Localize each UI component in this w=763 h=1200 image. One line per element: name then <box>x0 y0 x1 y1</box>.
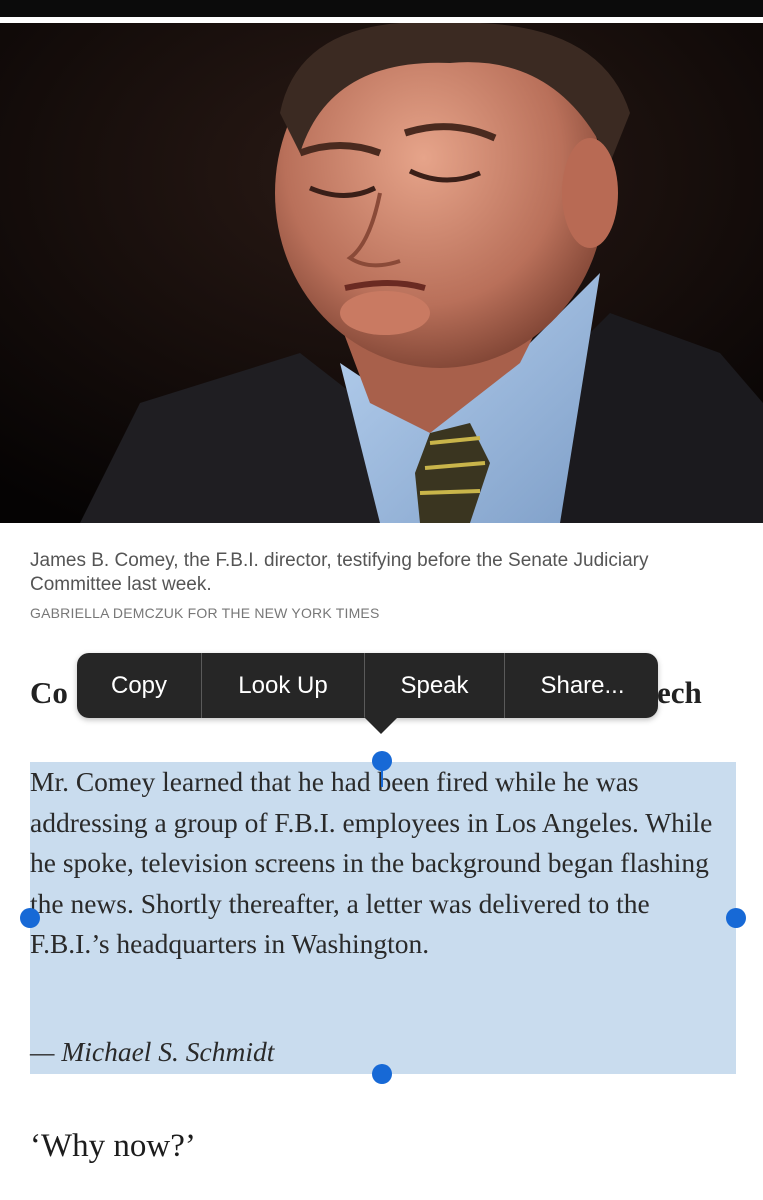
article-photo <box>0 23 763 523</box>
section-heading-left: Co <box>30 675 68 710</box>
share-button[interactable]: Share... <box>505 653 660 718</box>
byline: — Michael S. Schmidt <box>30 1036 275 1067</box>
status-bar <box>0 0 763 17</box>
look-up-button[interactable]: Look Up <box>202 653 365 718</box>
portrait-photo-icon <box>0 23 763 523</box>
menu-pointer-arrow <box>364 717 398 734</box>
section-heading-right: ech <box>657 675 702 710</box>
copy-button[interactable]: Copy <box>77 653 202 718</box>
photo-credit: GABRIELLA DEMCZUK FOR THE NEW YORK TIMES <box>30 605 380 621</box>
text-selection-menu: Copy Look Up Speak Share... <box>77 653 658 718</box>
section-heading: ‘Why now?’ <box>30 1128 196 1164</box>
article-paragraph[interactable]: Mr. Comey learned that he had been fired… <box>30 762 736 965</box>
selection-right-handle[interactable] <box>726 908 746 928</box>
selection-start-handle[interactable] <box>372 751 392 771</box>
speak-button[interactable]: Speak <box>365 653 505 718</box>
selection-left-handle[interactable] <box>20 908 40 928</box>
photo-caption: James B. Comey, the F.B.I. director, tes… <box>30 550 649 595</box>
selection-end-handle[interactable] <box>372 1064 392 1084</box>
paragraph-text: Mr. Comey learned that he had been fired… <box>30 766 713 959</box>
